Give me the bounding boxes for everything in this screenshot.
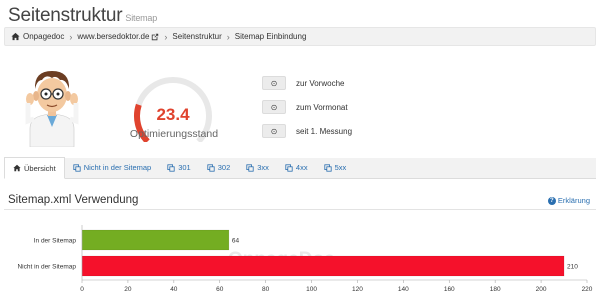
page-title-text: Seitenstruktur [8, 5, 123, 26]
breadcrumb-separator: › [226, 31, 230, 42]
tab-label: 5xx [334, 163, 347, 172]
bar-not-in-sitemap [81, 255, 565, 277]
comparison-previous-week: ⊙ zur Vorwoche [262, 76, 344, 90]
score-value: 23.4 [156, 105, 190, 124]
tab-label: 302 [217, 163, 231, 172]
category-label: Nicht in der Sitemap [17, 264, 76, 271]
comparison-label: seit 1. Messung [296, 126, 353, 136]
copy-icon [167, 163, 175, 172]
x-tick-label: 20 [124, 286, 132, 293]
copy-icon [323, 163, 332, 172]
bar-in-sitemap [81, 229, 230, 251]
x-tick-label: 120 [352, 286, 363, 293]
tab-4xx[interactable]: 4xx [277, 157, 316, 178]
breadcrumb-separator: › [69, 31, 73, 42]
tab-label: 301 [178, 163, 191, 172]
comparison-previous-month: ⊙ zum Vormonat [262, 100, 348, 114]
category-label: In der Sitemap [34, 238, 77, 245]
breadcrumb-separator: › [164, 31, 168, 42]
previous-week-button[interactable]: ⊙ [262, 76, 286, 90]
x-tick-label: 220 [582, 286, 593, 293]
doctor-avatar-illustration [25, 71, 79, 147]
data-label: 210 [567, 264, 578, 271]
copy-icon [73, 163, 81, 172]
tab-label: 3xx [257, 163, 269, 172]
section-divider [4, 209, 596, 210]
copy-icon [246, 163, 254, 172]
tab-overview[interactable]: Übersicht [4, 157, 65, 179]
x-tick-label: 100 [306, 286, 317, 293]
x-tick-label: 160 [444, 286, 455, 293]
home-icon [11, 32, 20, 41]
copy-icon [285, 163, 293, 172]
comparison-first-measurement: ⊙ seit 1. Messung [262, 124, 352, 138]
tab-5xx[interactable]: 5xx [316, 157, 355, 178]
home-icon [13, 164, 21, 172]
x-tick-label: 60 [216, 286, 224, 293]
x-tick-label: 180 [490, 286, 501, 293]
breadcrumb-item-current: Sitemap Einbindung [234, 32, 307, 41]
tab-bar: Übersicht Nicht in der Sitemap 301 302 3… [4, 157, 596, 179]
tab-label: Übersicht [24, 163, 56, 173]
breadcrumb: Onpagedoc › www.bersedoktor.de › Seitens… [4, 27, 596, 46]
question-icon: ? [547, 196, 556, 205]
breadcrumb-item-domain[interactable]: www.bersedoktor.de [77, 32, 149, 41]
first-measurement-button[interactable]: ⊙ [262, 124, 286, 138]
x-tick-label: 140 [398, 286, 409, 293]
breadcrumb-item-seitenstruktur[interactable]: Seitenstruktur [172, 32, 221, 41]
help-link-label: Erklärung [557, 196, 590, 205]
tab-301[interactable]: 301 [159, 157, 199, 178]
x-tick-label: 80 [262, 286, 270, 293]
copy-icon [207, 163, 215, 172]
tab-302[interactable]: 302 [199, 157, 239, 178]
tab-3xx[interactable]: 3xx [238, 157, 277, 178]
page-title: Seitenstruktur Sitemap [8, 5, 157, 27]
comparison-label: zur Vorwoche [296, 78, 345, 88]
breadcrumb-item-onpagedoc[interactable]: Onpagedoc [23, 32, 64, 41]
section-title: Sitemap.xml Verwendung [8, 194, 139, 206]
tab-label: 4xx [295, 163, 308, 172]
x-tick-label: 200 [536, 286, 547, 293]
tab-not-in-sitemap[interactable]: Nicht in der Sitemap [65, 157, 160, 178]
page-subtitle: Sitemap [125, 13, 158, 23]
previous-month-button[interactable]: ⊙ [262, 100, 286, 114]
help-link[interactable]: ? Erklärung [547, 196, 590, 205]
sitemap-usage-chart: OnpageDocIn der Sitemap64Nicht in der Si… [17, 225, 593, 293]
x-tick-label: 0 [80, 286, 84, 293]
data-label: 64 [232, 238, 240, 245]
tab-label: Nicht in der Sitemap [83, 163, 152, 172]
comparison-label: zum Vormonat [296, 102, 348, 112]
external-link-icon[interactable] [151, 33, 159, 41]
x-tick-label: 40 [170, 286, 178, 293]
score-label: Optimierungsstand [129, 128, 219, 140]
